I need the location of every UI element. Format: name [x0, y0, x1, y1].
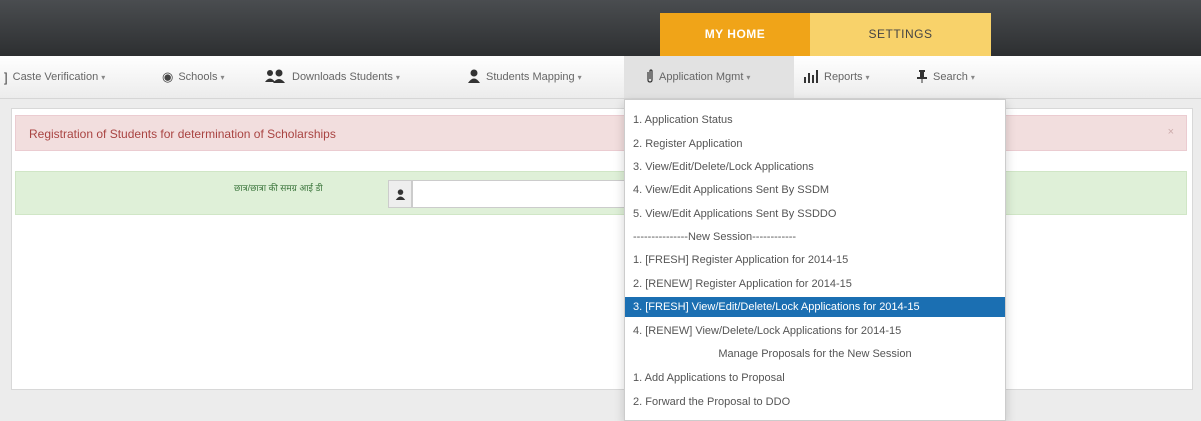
caret-icon: ▾	[101, 72, 106, 82]
menu-item-renew-view[interactable]: 4. [RENEW] View/Delete/Lock Applications…	[625, 321, 1005, 341]
menu-divider-new-session: ---------------New Session------------	[633, 231, 797, 243]
student-id-input[interactable]	[412, 180, 652, 208]
caret-icon: ▾	[220, 72, 225, 82]
bracket-icon: ]	[4, 69, 8, 85]
nav-label: Students Mapping	[486, 71, 575, 83]
nav-search[interactable]: Search ▾	[916, 56, 975, 98]
menu-heading-manage-proposals: Manage Proposals for the New Session	[718, 348, 912, 360]
main-nav: ] Caste Verification ▾ ◉ Schools ▾ Downl…	[0, 56, 1201, 99]
menu-item-forward-proposal[interactable]: 2. Forward the Proposal to DDO	[625, 392, 1005, 412]
student-id-form-row: छात्र/छात्रा की समग्र आई डी	[15, 171, 1187, 215]
caret-icon: ▾	[395, 72, 400, 82]
menu-item-view-edit-applications[interactable]: 3. View/Edit/Delete/Lock Applications	[625, 157, 1005, 177]
user-icon	[467, 69, 481, 86]
nav-application-mgmt[interactable]: Application Mgmt ▾	[624, 56, 794, 98]
bar-chart-icon	[803, 69, 819, 86]
tab-settings[interactable]: SETTINGS	[810, 13, 991, 56]
caret-icon: ▾	[970, 72, 975, 82]
target-icon: ◉	[162, 69, 174, 84]
menu-item-fresh-register[interactable]: 1. [FRESH] Register Application for 2014…	[625, 250, 1005, 270]
menu-item-add-to-proposal[interactable]: 1. Add Applications to Proposal	[625, 368, 1005, 388]
menu-item-renew-register[interactable]: 2. [RENEW] Register Application for 2014…	[625, 274, 1005, 294]
main-panel: Registration of Students for determinati…	[11, 108, 1193, 390]
close-icon[interactable]: ×	[1168, 126, 1174, 138]
pin-icon	[916, 69, 928, 86]
nav-label: Caste Verification	[12, 71, 99, 83]
caret-icon: ▾	[865, 72, 870, 82]
alert-text: Registration of Students for determinati…	[29, 127, 336, 141]
menu-item-register-application[interactable]: 2. Register Application	[625, 134, 1005, 154]
nav-downloads-students[interactable]: Downloads Students ▾	[265, 56, 400, 98]
menu-item-view-ssddo[interactable]: 5. View/Edit Applications Sent By SSDDO	[625, 204, 1005, 224]
nav-label: Downloads Students	[292, 71, 393, 83]
tab-my-home[interactable]: MY HOME	[660, 13, 810, 56]
student-id-label: छात्र/छात्रा की समग्र आई डी	[234, 183, 323, 193]
nav-label: Schools	[178, 71, 218, 83]
users-icon	[265, 69, 287, 86]
nav-schools[interactable]: ◉ Schools ▾	[162, 56, 225, 98]
menu-item-view-ssdm[interactable]: 4. View/Edit Applications Sent By SSDM	[625, 180, 1005, 200]
caret-icon: ▾	[577, 72, 582, 82]
caret-icon: ▾	[746, 72, 751, 82]
nav-caste-verification[interactable]: ] Caste Verification ▾	[4, 56, 105, 98]
registration-alert: Registration of Students for determinati…	[15, 115, 1187, 151]
nav-students-mapping[interactable]: Students Mapping ▾	[467, 56, 582, 98]
nav-label: Search	[933, 71, 968, 83]
application-mgmt-dropdown: 1. Application Status 2. Register Applic…	[624, 99, 1006, 421]
top-header: MY HOME SETTINGS	[0, 0, 1201, 56]
paperclip-icon	[646, 68, 654, 86]
nav-label: Application Mgmt	[659, 71, 744, 83]
menu-item-application-status[interactable]: 1. Application Status	[625, 110, 1005, 130]
user-icon	[388, 180, 412, 208]
nav-reports[interactable]: Reports ▾	[803, 56, 870, 98]
nav-label: Reports	[824, 71, 863, 83]
menu-item-fresh-view-edit[interactable]: 3. [FRESH] View/Edit/Delete/Lock Applica…	[625, 297, 1005, 317]
